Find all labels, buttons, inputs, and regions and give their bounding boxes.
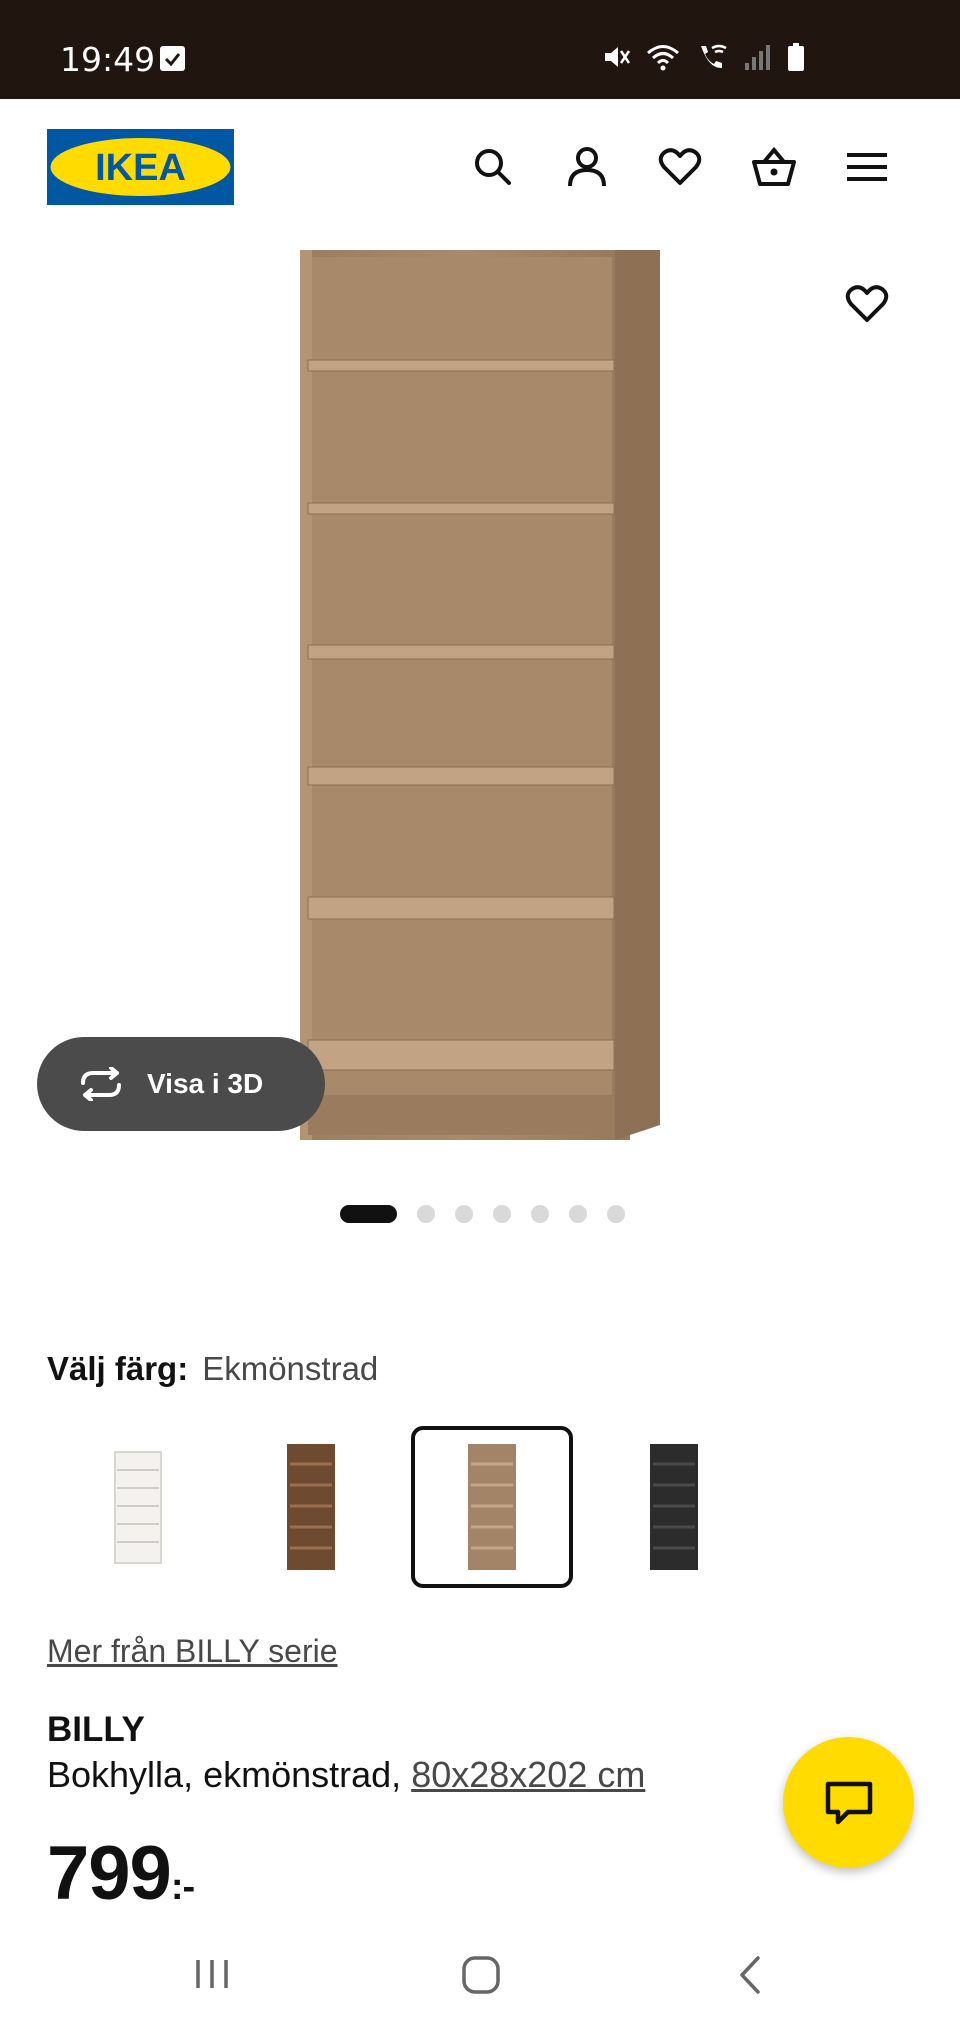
product-image[interactable]: [290, 245, 670, 1150]
signal-icon: [745, 45, 770, 70]
heart-icon: [845, 285, 889, 322]
color-label: Välj färg:: [47, 1350, 189, 1387]
status-bar: 19:49: [0, 0, 960, 99]
color-swatch-oak[interactable]: [411, 1426, 573, 1588]
view-in-3d-button[interactable]: Visa i 3D: [37, 1037, 325, 1131]
back-icon[interactable]: [732, 1954, 768, 1996]
carousel-dot[interactable]: [493, 1205, 511, 1223]
logo-text: IKEA: [95, 147, 186, 189]
heart-icon[interactable]: [653, 140, 707, 194]
status-time: 19:49: [60, 40, 156, 79]
carousel-dot[interactable]: [417, 1205, 435, 1223]
mute-icon: [605, 47, 631, 67]
view-in-3d-label: Visa i 3D: [147, 1068, 264, 1099]
product-name: BILLY: [47, 1710, 145, 1749]
status-icons: [601, 42, 805, 72]
rotate-3d-icon: [81, 1067, 121, 1101]
wifi-icon: [647, 45, 679, 71]
wifi-call-icon: [701, 44, 727, 69]
color-swatch-white[interactable]: [57, 1426, 219, 1588]
chat-icon: [825, 1781, 872, 1824]
battery-icon: [788, 43, 804, 71]
basket-icon[interactable]: [747, 140, 801, 194]
carousel-dot[interactable]: [569, 1205, 587, 1223]
chat-button[interactable]: [783, 1737, 914, 1868]
menu-icon[interactable]: [840, 140, 894, 194]
carousel-dot[interactable]: [531, 1205, 549, 1223]
carousel-dot[interactable]: [607, 1205, 625, 1223]
carousel-dots: [340, 1205, 625, 1223]
product-size-link[interactable]: 80x28x202 cm: [411, 1754, 645, 1795]
product-description: Bokhylla, ekmönstrad, 80x28x202 cm: [47, 1754, 645, 1796]
ikea-logo[interactable]: IKEA: [47, 129, 234, 205]
color-swatch-black[interactable]: [593, 1426, 755, 1588]
user-icon[interactable]: [560, 140, 614, 194]
product-description-text: Bokhylla, ekmönstrad,: [47, 1754, 402, 1795]
system-nav-bar: [0, 1924, 960, 2027]
add-to-favorites-button[interactable]: [838, 275, 896, 333]
color-value: Ekmönstrad: [202, 1350, 379, 1387]
recent-apps-icon[interactable]: [192, 1954, 232, 1994]
home-icon[interactable]: [460, 1954, 502, 1996]
price-value: 799: [47, 1831, 172, 1916]
search-icon[interactable]: [466, 140, 520, 194]
checkbox-notification-icon: [160, 46, 185, 71]
carousel-dot[interactable]: [340, 1205, 397, 1223]
color-selector-heading: Välj färg: Ekmönstrad: [47, 1350, 378, 1388]
product-price: 799:-: [47, 1830, 195, 1917]
price-suffix: :-: [170, 1866, 195, 1908]
color-swatch-brown[interactable]: [230, 1426, 392, 1588]
series-link[interactable]: Mer från BILLY serie: [47, 1633, 338, 1670]
carousel-dot[interactable]: [455, 1205, 473, 1223]
